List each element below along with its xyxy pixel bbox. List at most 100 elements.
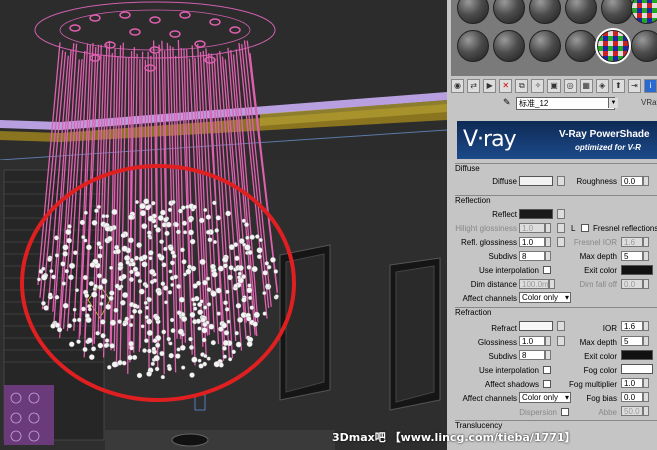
eyedropper-icon[interactable]: ✎ (503, 97, 511, 108)
refl-glossiness-label: Refl. glossiness (460, 238, 517, 247)
abbe-label: Abbe (598, 408, 617, 417)
material-slot[interactable] (529, 30, 561, 62)
ior-input[interactable]: 1.6 (621, 321, 643, 331)
hilight-map-button[interactable] (557, 223, 565, 233)
diffuse-color-swatch[interactable] (519, 176, 553, 186)
divider (455, 163, 657, 164)
reflect-map-button[interactable] (557, 209, 565, 219)
dim-distance-label: Dim distance (470, 280, 517, 289)
diffuse-label: Diffuse (492, 177, 517, 186)
refl-max-depth-label: Max depth (579, 252, 617, 261)
roughness-input[interactable]: 0.0 (621, 176, 643, 186)
fog-color-swatch[interactable] (621, 364, 653, 374)
refl-exit-color-swatch[interactable] (621, 265, 653, 275)
show-end-result-icon[interactable]: ◈ (595, 79, 609, 93)
refract-map-button[interactable] (557, 321, 565, 331)
material-editor-panel: ◉ ⇄ ▶ ✕ ⧉ ✧ ▣ ◎ ▦ ◈ ⬆ ⇥ i ✎ 标准_12 ▼ VRay… (447, 0, 657, 450)
diffuse-section-title: Diffuse (455, 164, 480, 173)
put-to-library-icon[interactable]: ▣ (547, 79, 561, 93)
hilight-glossiness-input[interactable]: 1.0 (519, 223, 545, 233)
reflect-label: Reflect (492, 210, 517, 219)
hilight-glossiness-label: Hilight glossiness (455, 224, 517, 233)
hilight-glossiness-spinner[interactable] (545, 223, 551, 233)
material-slot[interactable] (457, 30, 489, 62)
refl-use-interpolation-label: Use interpolation (478, 266, 539, 275)
refr-use-interpolation-label: Use interpolation (478, 366, 539, 375)
dispersion-checkbox[interactable] (561, 408, 569, 416)
reflect-color-swatch[interactable] (519, 209, 553, 219)
material-name-field[interactable]: 标准_12 (516, 97, 615, 110)
material-slot[interactable] (457, 0, 489, 24)
refl-glossiness-input[interactable]: 1.0 (519, 237, 545, 247)
refr-max-depth-spinner[interactable] (643, 336, 649, 346)
material-slot[interactable] (631, 0, 657, 24)
assign-material-icon[interactable]: ▶ (483, 79, 497, 93)
viewport-3d[interactable] (0, 0, 447, 450)
refl-affect-channels-dropdown[interactable]: Color only (519, 292, 571, 303)
show-in-viewport-icon[interactable]: ▦ (579, 79, 593, 93)
refr-glossiness-input[interactable]: 1.0 (519, 336, 545, 346)
material-type-button[interactable]: VRay (641, 98, 657, 107)
vray-logo: V·ray (463, 127, 517, 152)
refr-glossiness-spinner[interactable] (545, 336, 551, 346)
refr-max-depth-input[interactable]: 5 (621, 336, 643, 346)
refl-glossiness-map-button[interactable] (557, 237, 565, 247)
lock-label[interactable]: L (571, 224, 575, 233)
fog-bias-spinner[interactable] (643, 392, 649, 402)
material-slot[interactable] (631, 30, 657, 62)
fresnel-ior-input[interactable]: 1.6 (621, 237, 643, 247)
refl-use-interpolation-checkbox[interactable] (543, 266, 551, 274)
refl-exit-color-label: Exit color (584, 266, 617, 275)
roughness-spinner[interactable] (643, 176, 649, 186)
abbe-spinner[interactable] (643, 406, 649, 416)
fog-multiplier-spinner[interactable] (643, 378, 649, 388)
fresnel-checkbox[interactable] (581, 224, 589, 232)
dispersion-label: Dispersion (519, 408, 557, 417)
material-slot[interactable] (601, 0, 633, 24)
refr-use-interpolation-checkbox[interactable] (543, 366, 551, 374)
diffuse-map-button[interactable] (557, 176, 565, 186)
put-to-scene-icon[interactable]: ⇄ (467, 79, 481, 93)
material-slot[interactable] (493, 30, 525, 62)
info-icon[interactable]: i (643, 79, 657, 93)
refr-subdivs-spinner[interactable] (545, 350, 551, 360)
material-slot[interactable] (529, 0, 561, 24)
get-material-icon[interactable]: ◉ (451, 79, 465, 93)
go-forward-icon[interactable]: ⇥ (627, 79, 641, 93)
dim-falloff-input[interactable]: 0.0 (621, 279, 643, 289)
fog-bias-input[interactable]: 0.0 (621, 392, 643, 402)
make-copy-icon[interactable]: ⧉ (515, 79, 529, 93)
fog-multiplier-input[interactable]: 1.0 (621, 378, 643, 388)
ior-spinner[interactable] (643, 321, 649, 331)
abbe-input[interactable]: 50.0 (621, 406, 643, 416)
refr-affect-channels-dropdown[interactable]: Color only (519, 392, 571, 403)
affect-shadows-checkbox[interactable] (543, 380, 551, 388)
refl-max-depth-spinner[interactable] (643, 251, 649, 261)
reset-map-icon[interactable]: ✕ (499, 79, 513, 93)
ior-label: IOR (602, 324, 617, 333)
dim-distance-spinner[interactable] (549, 279, 555, 289)
refr-exit-color-swatch[interactable] (621, 350, 653, 360)
material-slot-selected[interactable] (595, 28, 631, 64)
fresnel-ior-spinner[interactable] (643, 237, 649, 247)
dim-falloff-spinner[interactable] (643, 279, 649, 289)
go-to-parent-icon[interactable]: ⬆ (611, 79, 625, 93)
material-id-icon[interactable]: ◎ (563, 79, 577, 93)
refl-subdivs-spinner[interactable] (545, 251, 551, 261)
refr-subdivs-input[interactable]: 8 (519, 350, 545, 360)
refract-color-swatch[interactable] (519, 321, 553, 331)
refl-glossiness-spinner[interactable] (545, 237, 551, 247)
refl-subdivs-input[interactable]: 8 (519, 251, 545, 261)
banner-title: V-Ray PowerShade (559, 129, 650, 140)
refr-glossiness-map-button[interactable] (557, 336, 565, 346)
annotation-circle (20, 164, 296, 402)
material-name-dropdown[interactable]: ▼ (608, 98, 618, 108)
refl-affect-channels-label: Affect channels (462, 294, 517, 303)
material-slot[interactable] (565, 30, 597, 62)
dim-distance-input[interactable]: 100.0m (519, 279, 549, 289)
material-slot[interactable] (565, 0, 597, 24)
make-unique-icon[interactable]: ✧ (531, 79, 545, 93)
material-slot[interactable] (493, 0, 525, 24)
refl-max-depth-input[interactable]: 5 (621, 251, 643, 261)
fog-color-label: Fog color (583, 366, 617, 375)
